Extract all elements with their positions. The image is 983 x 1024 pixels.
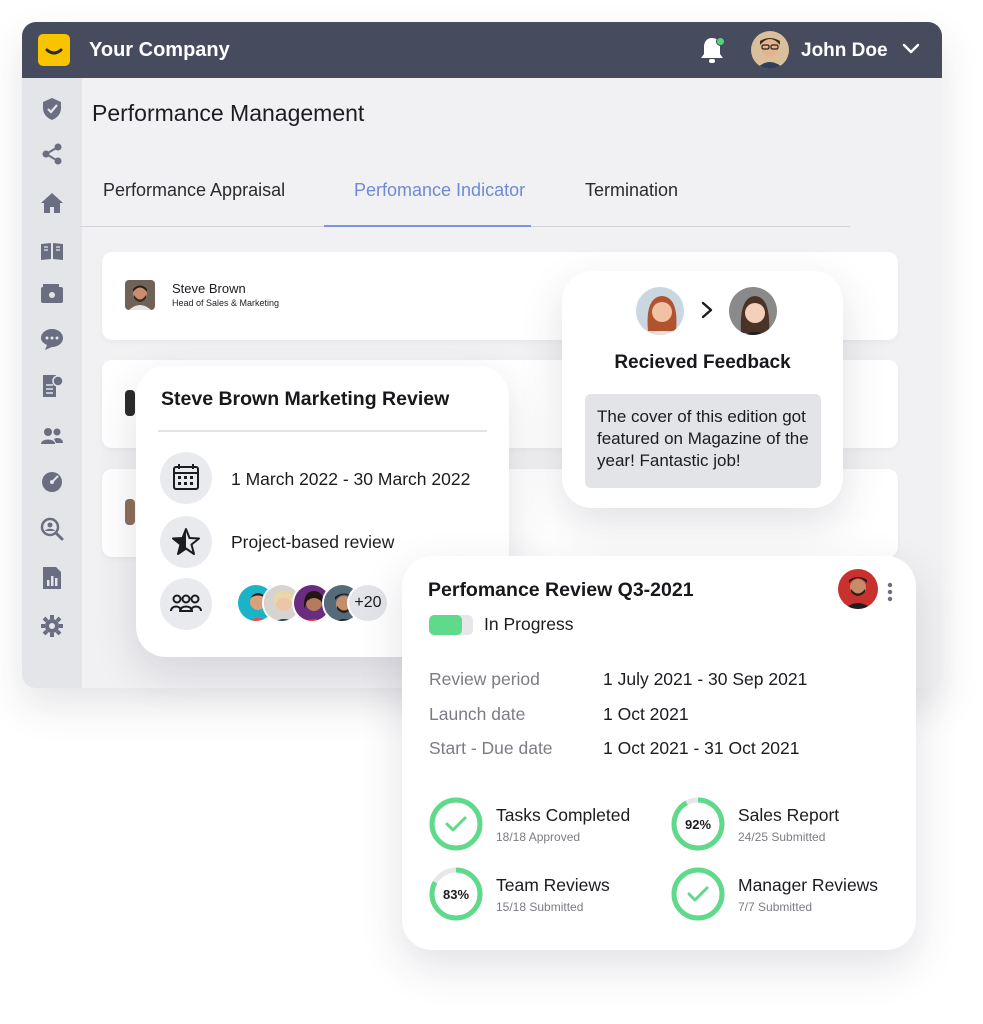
detail-value: 1 Oct 2021 - 31 Oct 2021 (603, 738, 800, 758)
home-icon[interactable] (39, 190, 65, 216)
avatar (634, 285, 686, 337)
row-role: Head of Sales & Marketing (172, 298, 280, 308)
divider (158, 430, 487, 432)
chat-icon[interactable] (39, 326, 65, 352)
active-tab-indicator (324, 225, 531, 227)
search-person-icon[interactable] (39, 516, 65, 542)
avatar (125, 280, 155, 310)
avatar (838, 569, 878, 609)
chevron-right-icon (701, 301, 713, 319)
metric-sub: 7/7 Submitted (738, 900, 813, 914)
avatar (125, 390, 135, 416)
more-options-icon[interactable] (886, 581, 894, 603)
metric-sub: 18/18 Approved (496, 830, 581, 844)
chevron-down-icon[interactable] (902, 42, 920, 56)
status-progress-bar (429, 615, 473, 635)
row-name: Steve Brown (172, 281, 246, 296)
tab-performance-indicator[interactable]: Perfomance Indicator (354, 180, 525, 201)
detail-label: Start - Due date (429, 738, 553, 758)
calendar-icon (160, 452, 212, 504)
detail-label: Launch date (429, 704, 526, 724)
user-name[interactable]: John Doe (801, 40, 888, 62)
review-type: Project-based review (231, 532, 395, 552)
gear-icon[interactable] (39, 613, 65, 639)
share-icon[interactable] (39, 141, 65, 167)
shield-icon[interactable] (39, 96, 65, 122)
ring-progress (671, 867, 725, 921)
metric-title: Tasks Completed (496, 805, 631, 825)
sidebar (22, 78, 82, 688)
check-icon (445, 816, 467, 832)
ring-percent-label: 83% (443, 887, 469, 902)
metric-ring-team: 83% (429, 867, 483, 921)
invoice-icon[interactable] (39, 373, 65, 399)
people-icon[interactable] (39, 423, 65, 449)
detail-value: 1 Oct 2021 (603, 704, 689, 724)
group-icon (160, 578, 212, 630)
metric-title: Team Reviews (496, 875, 610, 895)
detail-value: 1 July 2021 - 30 Sep 2021 (603, 669, 808, 689)
more-members-badge[interactable]: +20 (347, 583, 389, 623)
review-period: 1 March 2022 - 30 March 2022 (231, 469, 471, 489)
status-progress-fill (429, 615, 462, 635)
detail-label: Review period (429, 669, 540, 689)
metric-sub: 15/18 Submitted (496, 900, 584, 914)
ring-percent-label: 92% (685, 817, 711, 832)
notification-dot (716, 37, 725, 46)
user-avatar[interactable] (751, 31, 789, 69)
report-icon[interactable] (39, 565, 65, 591)
tab-termination[interactable]: Termination (585, 180, 678, 201)
metric-ring-sales: 92% (671, 797, 725, 851)
metric-sub: 24/25 Submitted (738, 830, 826, 844)
metric-title: Sales Report (738, 805, 840, 825)
ring-progress (429, 797, 483, 851)
avatar (125, 499, 135, 525)
top-bar: Your Company John Doe (22, 22, 942, 78)
page-title: Performance Management (92, 100, 365, 126)
metric-ring-tasks (429, 797, 483, 851)
feedback-title: Recieved Feedback (614, 352, 791, 373)
status-badge: In Progress (484, 614, 574, 634)
performance-review-title: Perfomance Review Q3-2021 (428, 579, 694, 601)
wallet-icon[interactable] (39, 281, 65, 307)
tab-performance-appraisal[interactable]: Performance Appraisal (103, 180, 285, 201)
avatar (727, 285, 779, 337)
metric-ring-manager (671, 867, 725, 921)
company-name: Your Company (89, 39, 230, 61)
feedback-message: The cover of this edition got featured o… (585, 394, 821, 488)
speedometer-icon[interactable] (39, 468, 65, 494)
smile-logo-icon[interactable] (38, 34, 70, 66)
check-icon (687, 886, 709, 902)
book-icon[interactable] (39, 238, 65, 264)
metric-title: Manager Reviews (738, 875, 879, 895)
star-icon (160, 516, 212, 568)
review-card-title: Steve Brown Marketing Review (161, 388, 450, 410)
